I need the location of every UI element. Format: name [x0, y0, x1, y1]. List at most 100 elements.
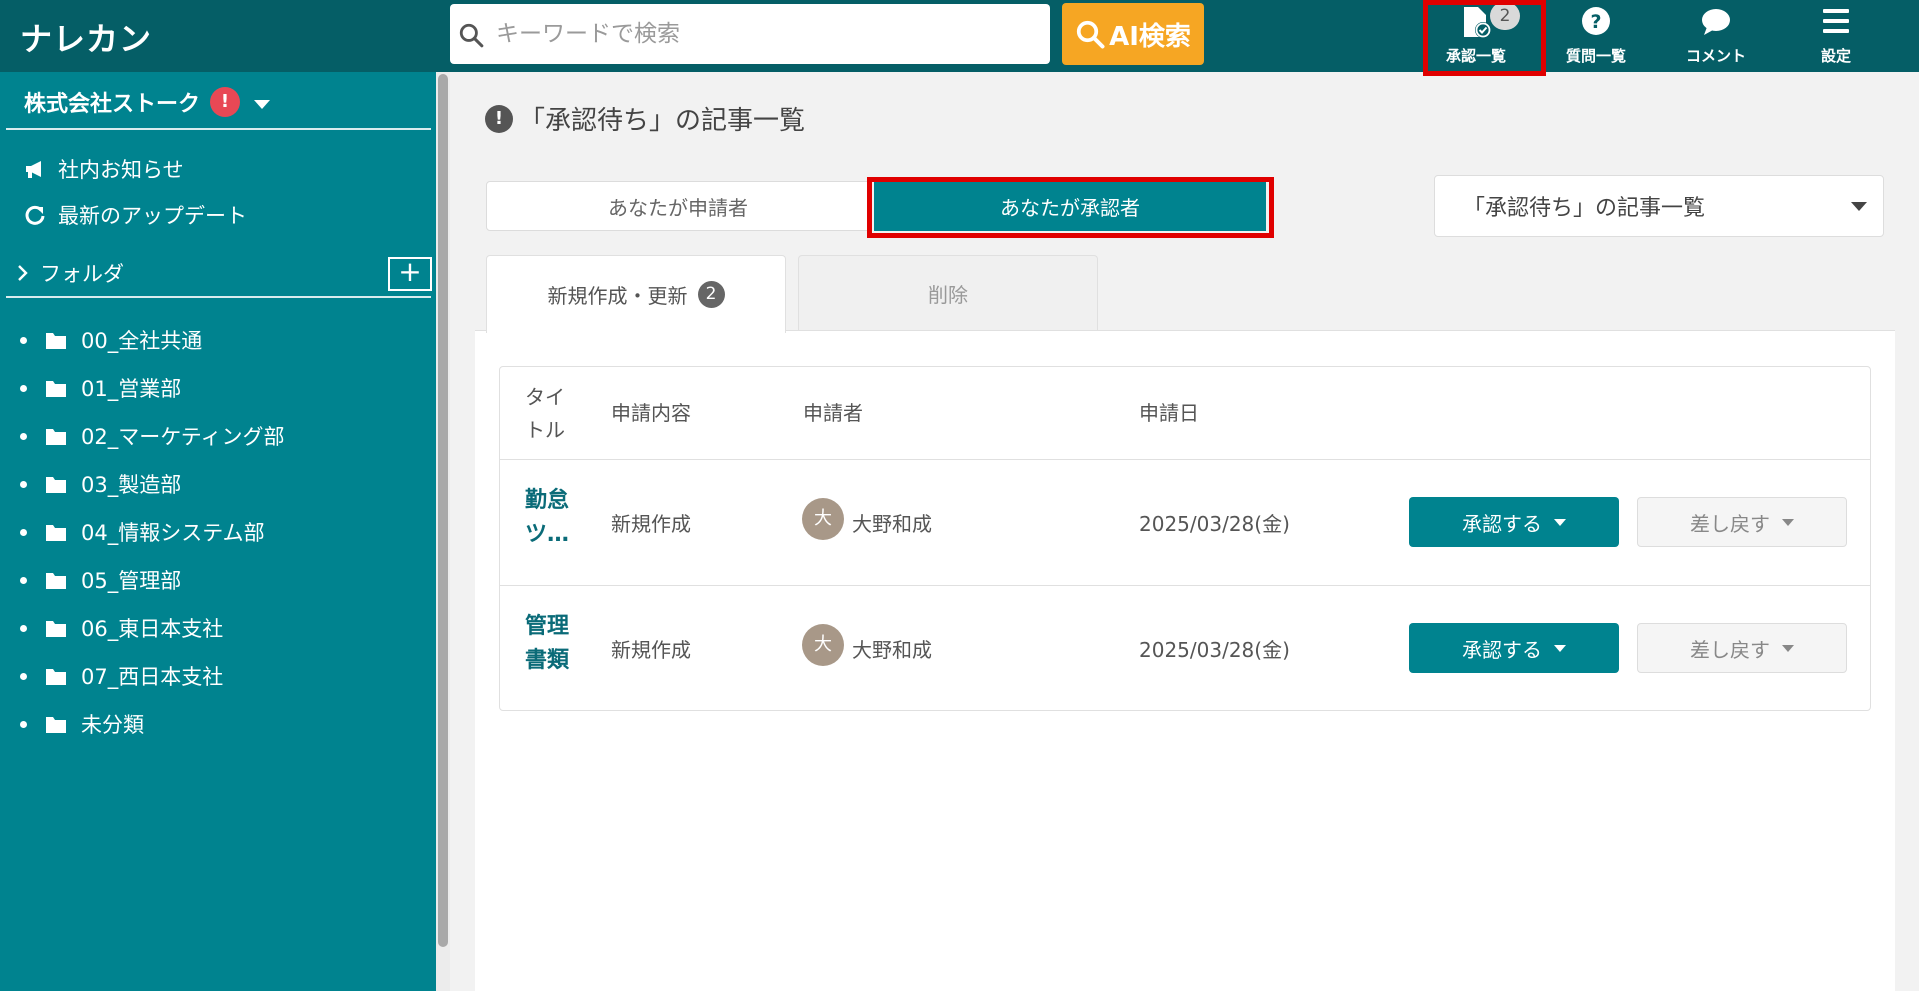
- folder-label: 未分類: [81, 713, 144, 737]
- company-name: 株式会社ストーク: [24, 92, 201, 117]
- search-icon: [459, 23, 484, 48]
- info-icon: !: [485, 104, 513, 133]
- folder-item[interactable]: 05_管理部: [20, 565, 181, 595]
- bullet: [20, 480, 27, 488]
- sidebar: 株式会社ストーク ! 社内お知らせ 最新のアップデート フォルダ + 00_全社…: [0, 72, 450, 991]
- nav-label: 承認一覧: [1445, 47, 1506, 65]
- send-back-button[interactable]: 差し戻す: [1637, 623, 1847, 673]
- folder-item[interactable]: 00_全社共通: [20, 325, 202, 355]
- dropdown-value: 「承認待ち」の記事一覧: [1463, 196, 1706, 221]
- approval-table: タイトル 申請内容 申請者 申請日 勤怠ツ… 新規作成 大 大野和成 2025/…: [499, 366, 1871, 711]
- bullet: [20, 576, 27, 584]
- page-title-text: 「承認待ち」の記事一覧: [519, 106, 806, 136]
- add-folder-button[interactable]: +: [388, 257, 432, 291]
- send-back-label: 差し戻す: [1690, 511, 1770, 536]
- folder-icon: [46, 381, 66, 397]
- sidebar-item-announcements[interactable]: 社内お知らせ: [24, 154, 184, 184]
- chevron-down-icon: [1554, 518, 1566, 526]
- search-input[interactable]: [496, 14, 1036, 54]
- avatar: 大: [802, 624, 844, 666]
- folder-icon: [46, 621, 66, 637]
- request-date: 2025/03/28(金): [1139, 512, 1290, 536]
- question-circle-icon: ?: [1582, 7, 1610, 35]
- folder-label: 03_製造部: [81, 473, 182, 497]
- nav-approval-list[interactable]: 2 承認一覧: [1416, 0, 1536, 72]
- divider: [6, 128, 431, 130]
- folder-label: 04_情報システム部: [81, 521, 265, 545]
- request-type: 新規作成: [611, 638, 691, 662]
- divider: [6, 296, 431, 298]
- folder-toggle[interactable]: フォルダ: [16, 258, 124, 288]
- tab-label: 削除: [928, 283, 968, 307]
- column-header-date: 申請日: [1139, 401, 1199, 425]
- megaphone-icon: [26, 161, 41, 178]
- bullet: [20, 720, 27, 728]
- send-back-label: 差し戻す: [1690, 637, 1770, 662]
- search-box[interactable]: [450, 4, 1050, 64]
- folder-icon: [46, 717, 66, 733]
- document-check-icon: [1464, 7, 1491, 38]
- nav-question-list[interactable]: ? 質問一覧: [1536, 0, 1656, 72]
- svg-text:?: ?: [1590, 11, 1601, 33]
- divider: [500, 459, 1870, 460]
- folder-label: 00_全社共通: [81, 329, 203, 353]
- sidebar-item-updates[interactable]: 最新のアップデート: [24, 200, 247, 230]
- folder-item[interactable]: 未分類: [20, 709, 144, 739]
- tab-you-are-approver[interactable]: あなたが承認者: [874, 181, 1266, 231]
- folder-icon: [46, 477, 66, 493]
- search-icon: [1076, 20, 1105, 49]
- bullet: [20, 432, 27, 440]
- comment-bubble-icon: [1702, 9, 1730, 35]
- bullet: [20, 672, 27, 680]
- tab-you-are-applicant[interactable]: あなたが申請者: [486, 181, 870, 231]
- approval-count-badge: 2: [1490, 2, 1520, 30]
- company-selector[interactable]: 株式会社ストーク !: [24, 86, 271, 118]
- approve-label: 承認する: [1462, 637, 1542, 662]
- sidebar-item-label: 最新のアップデート: [58, 204, 247, 228]
- list-filter-dropdown[interactable]: 「承認待ち」の記事一覧: [1434, 175, 1884, 237]
- nav-comments[interactable]: コメント: [1656, 0, 1776, 72]
- folder-label: 01_営業部: [81, 377, 182, 401]
- folder-item[interactable]: 04_情報システム部: [20, 517, 265, 547]
- chevron-down-icon: [1851, 202, 1867, 211]
- article-title-link[interactable]: 勤怠ツ…: [525, 484, 585, 552]
- send-back-button[interactable]: 差し戻す: [1637, 497, 1847, 547]
- app-logo[interactable]: ナレカン: [20, 14, 152, 60]
- folder-label: 05_管理部: [81, 569, 182, 593]
- nav-settings[interactable]: 設定: [1776, 0, 1896, 72]
- approve-button[interactable]: 承認する: [1409, 497, 1619, 547]
- applicant-name: 大野和成: [852, 512, 932, 536]
- folder-icon: [46, 525, 66, 541]
- tab-new-update[interactable]: 新規作成・更新 2: [486, 255, 786, 333]
- tab-label: 新規作成・更新: [547, 284, 688, 308]
- article-title-link[interactable]: 管理書類: [525, 610, 585, 678]
- avatar: 大: [802, 498, 844, 540]
- folder-item[interactable]: 01_営業部: [20, 373, 181, 403]
- folder-item[interactable]: 02_マーケティング部: [20, 421, 285, 451]
- chevron-down-icon: [254, 99, 271, 109]
- page-title: ! 「承認待ち」の記事一覧: [485, 100, 805, 137]
- column-header-applicant: 申請者: [803, 401, 863, 425]
- bullet: [20, 624, 27, 632]
- folder-icon: [46, 573, 66, 589]
- divider: [500, 585, 1870, 586]
- folder-item[interactable]: 06_東日本支社: [20, 613, 223, 643]
- sidebar-item-label: 社内お知らせ: [58, 158, 184, 182]
- ai-search-button[interactable]: AI検索: [1062, 3, 1204, 65]
- folder-item[interactable]: 03_製造部: [20, 469, 181, 499]
- hamburger-menu-icon: [1823, 9, 1849, 33]
- chevron-right-icon: [18, 265, 28, 281]
- applicant-name: 大野和成: [852, 638, 932, 662]
- nav-label: 質問一覧: [1565, 47, 1626, 65]
- folder-icon: [46, 669, 66, 685]
- approve-button[interactable]: 承認する: [1409, 623, 1619, 673]
- folder-icon: [46, 333, 66, 349]
- refresh-icon: [25, 205, 45, 225]
- folder-label: 02_マーケティング部: [81, 425, 285, 449]
- scrollbar-thumb[interactable]: [438, 74, 448, 947]
- nav-label: 設定: [1820, 47, 1851, 65]
- tab-delete[interactable]: 削除: [798, 255, 1098, 331]
- folder-item[interactable]: 07_西日本支社: [20, 661, 223, 691]
- request-date: 2025/03/28(金): [1139, 638, 1290, 662]
- folder-label: 06_東日本支社: [81, 617, 224, 641]
